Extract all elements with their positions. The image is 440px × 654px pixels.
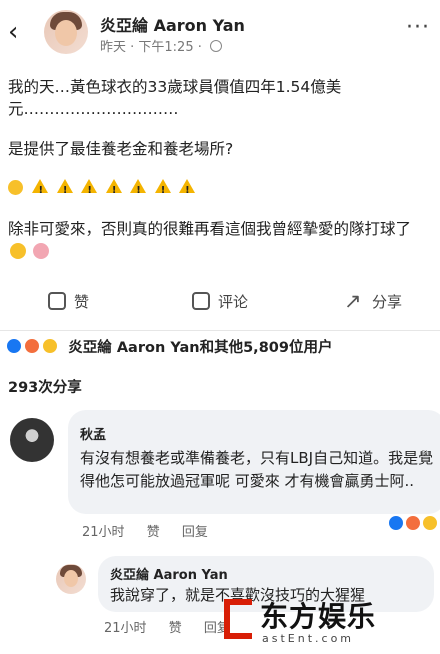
comment: 秋孟 有沒有想養老或準備養老，只有LBJ自己知道。我是覺得他怎可能放過冠軍呢 可… [10,410,440,540]
pig-icon [32,243,49,259]
reactions-summary[interactable]: 炎亞綸 Aaron Yan和其他5,809位用户 [6,336,436,360]
reply-like-button[interactable]: 赞 [169,621,182,636]
globe-icon [210,40,222,52]
comment-label: 评论 [218,293,249,311]
angry-reaction-icon [24,338,41,354]
thumbs-up-icon [48,292,66,310]
like-reaction-icon [388,515,404,531]
warning-icon [154,179,171,202]
warning-icon [56,179,73,202]
watermark-logo-icon [224,599,252,639]
post-line-1: 我的天…黃色球衣的33歲球員價值四年1.54億美元………………………… [8,78,342,118]
reply-time: 21小时 [104,621,147,636]
like-label: 赞 [74,293,90,311]
reply-avatar[interactable] [56,564,86,594]
post-line-3-text: 除非可愛來，否則真的很難再看這個我曾經摯愛的隊打球了 [8,220,412,238]
warning-icon [81,179,98,202]
share-button[interactable]: 分享 [344,289,403,313]
wow-reaction-icon [422,515,439,531]
author-name[interactable]: 炎亞綸 Aaron Yan [100,12,245,36]
reactions-text: 炎亞綸 Aaron Yan和其他5,809位用户 [68,340,333,356]
laughing-icon [10,243,26,259]
share-icon [344,289,364,313]
divider [0,330,440,331]
like-reaction-icon [6,338,22,354]
comment-meta: 21小时 赞 回复 [82,521,226,540]
post-actions: 赞 评论 分享 [0,286,440,320]
watermark-title: 东方娱乐 [260,600,377,633]
share-label: 分享 [372,293,403,311]
watermark-subtitle: astEnt.com [262,632,355,645]
post-content: 我的天…黃色球衣的33歲球員價值四年1.54億美元………………………… 是提供了… [8,76,428,280]
reply-author-name[interactable]: 炎亞綸 Aaron Yan [110,564,422,583]
comment-button[interactable]: 评论 [192,291,248,312]
back-icon[interactable]: ‹ [8,18,32,46]
shares-count[interactable]: 293次分享 [8,376,82,397]
comment-reply-button[interactable]: 回复 [182,525,208,540]
post-line-2: 是提供了最佳養老金和養老場所? [8,140,234,158]
commenter-avatar[interactable] [10,418,54,462]
haha-reaction-icon [42,338,59,354]
more-options-icon[interactable]: ··· [406,17,430,39]
comment-bubble: 秋孟 有沒有想養老或準備養老，只有LBJ自己知道。我是覺得他怎可能放過冠軍呢 可… [68,410,440,514]
angry-reaction-icon [405,515,422,531]
warning-icon [179,179,196,202]
avatar-face [55,20,77,46]
comment-icon [192,292,210,310]
reply-avatar-face [64,570,78,587]
post-time: 昨天 · 下午1:25 · [100,40,202,55]
comment-time: 21小时 [82,525,125,540]
warning-icon [32,179,49,202]
watermark: 东方娱乐 astEnt.com [220,593,430,651]
comment-text: 有沒有想養老或準備養老，只有LBJ自己知道。我是覺得他怎可能放過冠軍呢 可愛來 … [80,449,434,490]
like-button[interactable]: 赞 [48,291,89,312]
sweat-smile-icon [8,180,23,195]
commenter-name[interactable]: 秋孟 [80,424,434,443]
comment-like-button[interactable]: 赞 [147,525,160,540]
emoji-row [8,178,428,202]
warning-icon [105,179,122,202]
post-line-3: 除非可愛來，否則真的很難再看這個我曾經摯愛的隊打球了 [8,218,428,262]
warning-icon [130,179,147,202]
post-meta: 昨天 · 下午1:25 · [100,36,222,55]
post-header: ‹ 炎亞綸 Aaron Yan 昨天 · 下午1:25 · ··· [0,0,440,62]
comment-reactions[interactable]: 25 [388,515,440,533]
author-avatar[interactable] [44,10,88,54]
